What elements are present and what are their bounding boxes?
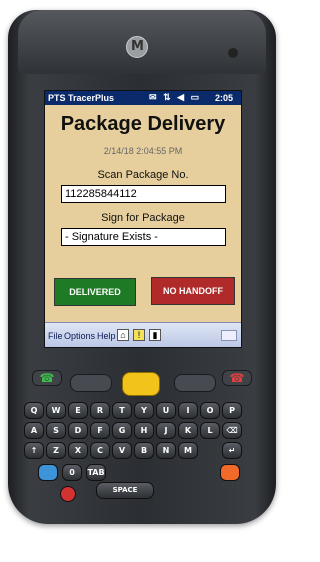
key-backspace[interactable]: ⌫ — [222, 422, 242, 439]
home-icon[interactable]: ⌂ — [117, 329, 129, 341]
key-a[interactable]: A — [24, 422, 44, 439]
key-t[interactable]: T — [112, 402, 132, 419]
key-b[interactable]: B — [134, 442, 154, 459]
battery-icon[interactable]: ▭ — [191, 92, 202, 102]
signature-field[interactable]: - Signature Exists - — [61, 228, 226, 246]
device-screen: PTS TracerPlus ✉ ⇅ ◀ ▭ 2:05 Package Deli… — [44, 90, 242, 348]
call-icon[interactable]: ☎ — [32, 370, 62, 386]
key-u[interactable]: U — [156, 402, 176, 419]
warning-icon[interactable]: ! — [133, 329, 145, 341]
timestamp: 2/14/18 2:04:55 PM — [103, 146, 183, 156]
key-j[interactable]: J — [156, 422, 176, 439]
key-q[interactable]: Q — [24, 402, 44, 419]
network-icon[interactable]: ⇅ — [163, 92, 173, 102]
key-m[interactable]: M — [178, 442, 198, 459]
end-call-icon[interactable]: ☎ — [222, 370, 252, 386]
dpad-left[interactable] — [70, 374, 112, 392]
battery-status-icon[interactable]: ▮ — [149, 329, 161, 341]
key-i[interactable]: I — [178, 402, 198, 419]
key-h[interactable]: H — [134, 422, 154, 439]
key-o[interactable]: O — [200, 402, 220, 419]
key-enter[interactable]: ↵ — [222, 442, 242, 459]
status-icons: ✉ ⇅ ◀ ▭ — [149, 92, 201, 103]
package-number-input[interactable]: 112285844112 — [61, 185, 226, 203]
key-d[interactable]: D — [68, 422, 88, 439]
key-g[interactable]: G — [112, 422, 132, 439]
key-zero[interactable]: 0 — [62, 464, 82, 481]
key-l[interactable]: L — [200, 422, 220, 439]
keyboard-icon[interactable] — [221, 330, 237, 341]
sign-package-label: Sign for Package — [101, 212, 185, 224]
menu-file[interactable]: File — [48, 331, 63, 341]
dpad-right[interactable] — [174, 374, 216, 392]
navigation-row: ☎ ☎ — [24, 360, 260, 400]
key-c[interactable]: C — [90, 442, 110, 459]
envelope-icon[interactable]: ✉ — [149, 92, 159, 102]
brand-logo-icon — [126, 36, 148, 58]
key-orange-modifier[interactable] — [220, 464, 240, 481]
key-space[interactable]: SPACE — [96, 482, 154, 499]
key-tab[interactable]: TAB — [86, 464, 106, 481]
speaker-icon — [228, 48, 238, 58]
key-e[interactable]: E — [68, 402, 88, 419]
key-f[interactable]: F — [90, 422, 110, 439]
app-name[interactable]: PTS TracerPlus — [48, 93, 114, 103]
key-shift[interactable]: ↑ — [24, 442, 44, 459]
key-w[interactable]: W — [46, 402, 66, 419]
menu-help[interactable]: Help — [97, 331, 116, 341]
key-p[interactable]: P — [222, 402, 242, 419]
no-handoff-button[interactable]: NO HANDOFF — [151, 277, 235, 305]
key-v[interactable]: V — [112, 442, 132, 459]
status-bar: PTS TracerPlus ✉ ⇅ ◀ ▭ 2:05 — [45, 91, 241, 105]
power-button[interactable] — [60, 486, 76, 502]
key-r[interactable]: R — [90, 402, 110, 419]
key-k[interactable]: K — [178, 422, 198, 439]
page-title: Package Delivery — [60, 113, 226, 135]
menu-options[interactable]: Options — [64, 331, 95, 341]
menu-bar: File Options Help ⌂ ! ▮ — [45, 322, 241, 347]
scan-trigger-button[interactable] — [122, 372, 160, 396]
key-y[interactable]: Y — [134, 402, 154, 419]
clock-time[interactable]: 2:05 — [215, 93, 233, 103]
scan-package-label: Scan Package No. — [97, 169, 189, 181]
delivered-button[interactable]: DELIVERED — [54, 278, 136, 306]
key-blue-modifier[interactable] — [38, 464, 58, 481]
key-z[interactable]: Z — [46, 442, 66, 459]
key-x[interactable]: X — [68, 442, 88, 459]
key-s[interactable]: S — [46, 422, 66, 439]
sound-icon[interactable]: ◀ — [177, 92, 186, 102]
key-n[interactable]: N — [156, 442, 176, 459]
